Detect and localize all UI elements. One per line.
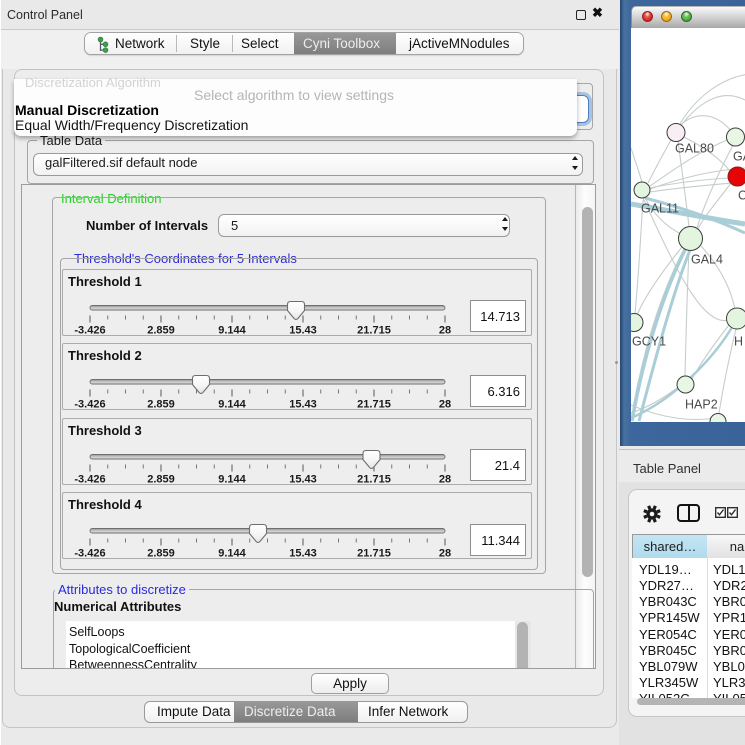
svg-text:15.43: 15.43: [289, 399, 317, 410]
svg-text:GAL4: GAL4: [691, 252, 723, 266]
svg-text:GA: GA: [733, 149, 745, 163]
svg-text:C: C: [738, 188, 745, 202]
svg-text:2.859: 2.859: [147, 324, 175, 335]
svg-text:28: 28: [439, 473, 451, 484]
svg-text:9.144: 9.144: [218, 399, 246, 410]
svg-text:28: 28: [439, 548, 451, 559]
svg-text:21.715: 21.715: [357, 324, 391, 335]
svg-text:9.144: 9.144: [218, 548, 246, 559]
svg-text:28: 28: [439, 399, 451, 410]
svg-text:21.715: 21.715: [357, 473, 391, 484]
svg-text:9.144: 9.144: [218, 473, 246, 484]
svg-text:28: 28: [439, 324, 451, 335]
svg-text:2.859: 2.859: [147, 473, 175, 484]
svg-text:21.715: 21.715: [357, 399, 391, 410]
svg-text:15.43: 15.43: [289, 324, 317, 335]
svg-text:-3.426: -3.426: [74, 473, 105, 484]
svg-text:2.859: 2.859: [147, 399, 175, 410]
svg-text:9.144: 9.144: [218, 324, 246, 335]
svg-text:GAL11: GAL11: [641, 201, 679, 215]
svg-text:H: H: [734, 334, 743, 348]
svg-text:-3.426: -3.426: [74, 399, 105, 410]
svg-text:15.43: 15.43: [289, 548, 317, 559]
svg-text:GAL80: GAL80: [675, 141, 714, 155]
svg-text:-3.426: -3.426: [74, 548, 105, 559]
svg-text:HAP2: HAP2: [685, 397, 718, 411]
svg-text:15.43: 15.43: [289, 473, 317, 484]
svg-text:2.859: 2.859: [147, 548, 175, 559]
svg-text:-3.426: -3.426: [74, 324, 105, 335]
svg-text:GCY1: GCY1: [632, 334, 666, 348]
svg-text:21.715: 21.715: [357, 548, 391, 559]
